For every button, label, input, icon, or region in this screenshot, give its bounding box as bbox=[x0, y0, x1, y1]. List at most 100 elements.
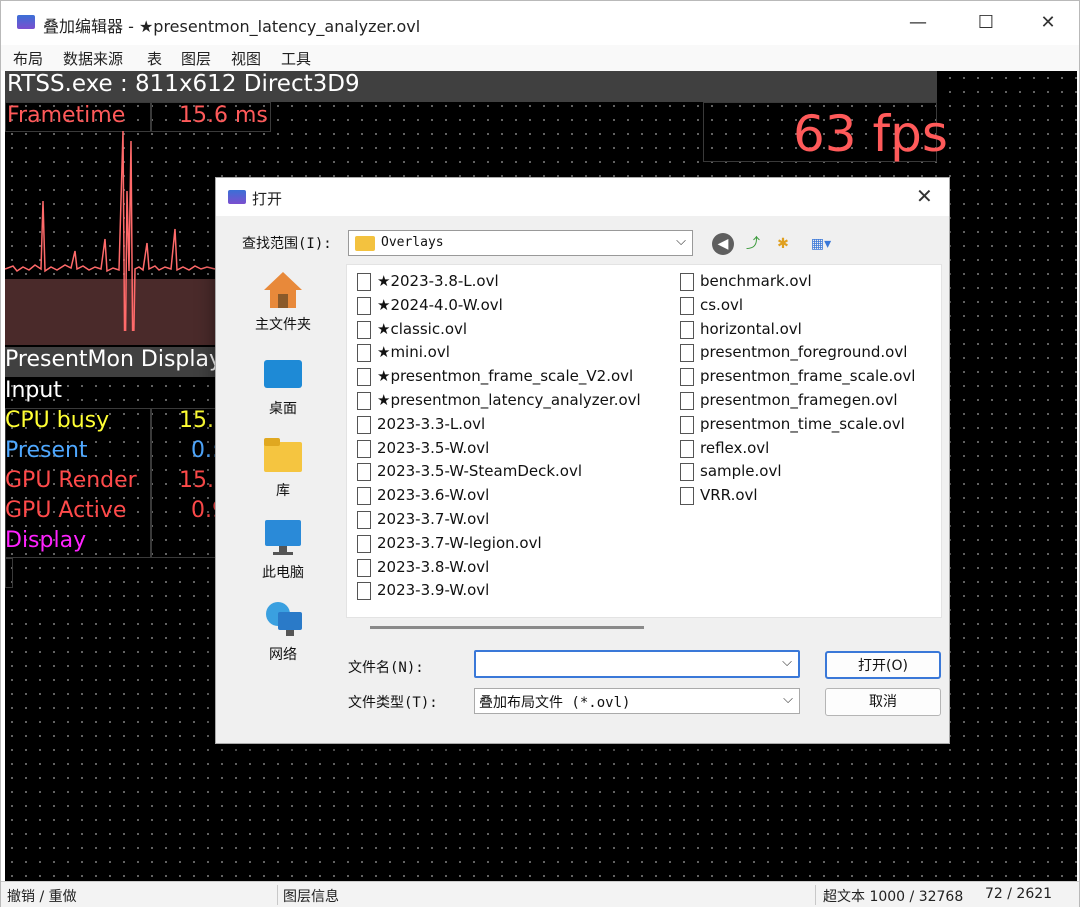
pm-row-present: Present bbox=[5, 438, 88, 463]
file-name: presentmon_frame_scale.ovl bbox=[700, 367, 916, 386]
filetype-value: 叠加布局文件 (*.ovl) bbox=[479, 695, 631, 711]
file-icon bbox=[357, 534, 371, 553]
new-folder-icon[interactable]: ✱ bbox=[772, 233, 794, 255]
desktop-icon bbox=[264, 360, 302, 388]
file-list[interactable]: ★2023-3.8-L.ovl ★2024-4.0-W.ovl ★classic.o… bbox=[346, 264, 942, 618]
file-icon bbox=[680, 439, 694, 458]
menu-view[interactable]: 视图 bbox=[231, 48, 261, 69]
pm-row-display: Display bbox=[5, 528, 87, 553]
open-button[interactable]: 打开(O) bbox=[825, 651, 941, 679]
lookin-value: Overlays bbox=[381, 235, 444, 250]
library-icon bbox=[264, 438, 302, 472]
place-desktop[interactable]: 桌面 bbox=[224, 348, 342, 428]
file-icon bbox=[357, 368, 371, 387]
file-icon bbox=[680, 463, 694, 482]
file-name: presentmon_time_scale.ovl bbox=[700, 414, 905, 433]
status-divider bbox=[277, 885, 278, 905]
file-name: 2023-3.5-W-SteamDeck.ovl bbox=[377, 462, 583, 481]
pm-row-gpu-render: GPU Render bbox=[5, 468, 137, 493]
file-icon bbox=[357, 320, 371, 339]
filetype-combobox[interactable]: 叠加布局文件 (*.ovl) ⌵ bbox=[474, 688, 800, 714]
computer-icon bbox=[265, 520, 301, 555]
file-name: 2023-3.3-L.ovl bbox=[377, 414, 486, 433]
menu-table[interactable]: 表 bbox=[147, 48, 162, 69]
place-label: 库 bbox=[276, 483, 290, 499]
file-icon bbox=[357, 392, 371, 410]
place-this-pc[interactable]: 此电脑 bbox=[224, 512, 342, 592]
close-button[interactable]: ✕ bbox=[1025, 9, 1071, 37]
place-network[interactable]: 网络 bbox=[224, 594, 342, 674]
file-name: 2023-3.9-W.ovl bbox=[377, 581, 490, 600]
frametime-label: Frametime bbox=[7, 103, 126, 128]
chevron-down-icon: ⌵ bbox=[676, 234, 686, 249]
maximize-button[interactable]: ☐ bbox=[963, 9, 1009, 37]
file-icon bbox=[357, 463, 371, 482]
file-icon bbox=[680, 368, 694, 387]
rtss-title: RTSS.exe : 811x612 Direct3D9 bbox=[7, 71, 360, 97]
menu-bar: 布局 数据来源 表 图层 视图 工具 bbox=[1, 45, 1079, 71]
file-name: 2023-3.7-W-legion.ovl bbox=[377, 533, 542, 552]
horizontal-scrollbar[interactable] bbox=[370, 626, 644, 629]
file-icon bbox=[680, 487, 694, 506]
file-icon bbox=[357, 558, 371, 577]
file-name: VRR.ovl bbox=[700, 486, 758, 505]
file-name: 2023-3.8-W.ovl bbox=[377, 557, 490, 576]
file-icon bbox=[357, 439, 371, 458]
file-name: 2023-3.6-W.ovl bbox=[377, 486, 490, 505]
place-label: 此电脑 bbox=[262, 565, 304, 581]
cancel-button[interactable]: 取消 bbox=[825, 688, 941, 716]
title-bar: 叠加编辑器 - ★presentmon_latency_analyzer.ovl… bbox=[1, 1, 1079, 45]
status-hypertext-count: 超文本 1000 / 32768 bbox=[823, 889, 964, 905]
menu-layout[interactable]: 布局 bbox=[13, 48, 43, 69]
minimize-button[interactable]: — bbox=[895, 9, 941, 37]
fps-value: 63 fps bbox=[793, 105, 948, 163]
dialog-title: 打开 bbox=[252, 190, 283, 208]
pm-row-cpu-busy: CPU busy bbox=[5, 408, 110, 433]
frametime-value: 15.6 ms bbox=[179, 103, 268, 128]
menu-data-sources[interactable]: 数据来源 bbox=[63, 48, 123, 69]
view-menu-icon[interactable]: ▦▾ bbox=[804, 233, 838, 255]
menu-tools[interactable]: 工具 bbox=[281, 48, 311, 69]
dialog-title-bar: 打开 ✕ bbox=[216, 178, 949, 216]
file-name: ★presentmon_latency_analyzer.ovl bbox=[377, 391, 641, 409]
folder-icon bbox=[355, 236, 375, 251]
filename-input[interactable]: ⌵ bbox=[474, 650, 800, 678]
file-icon bbox=[680, 320, 694, 339]
file-icon bbox=[357, 344, 371, 363]
file-icon bbox=[357, 273, 371, 291]
up-folder-icon[interactable]: ⤴ bbox=[742, 233, 764, 255]
dialog-app-icon bbox=[228, 190, 246, 204]
place-label: 桌面 bbox=[269, 401, 297, 417]
network-icon bbox=[266, 602, 302, 636]
place-home[interactable]: 主文件夹 bbox=[224, 264, 342, 344]
file-icon bbox=[680, 344, 694, 363]
back-icon[interactable]: ◀ bbox=[712, 233, 734, 255]
filename-label: 文件名(N): bbox=[348, 660, 424, 676]
menu-layers[interactable]: 图层 bbox=[181, 48, 211, 69]
status-divider bbox=[815, 885, 816, 905]
status-undo-redo: 撤销 / 重做 bbox=[7, 889, 77, 905]
pm-row-input: Input bbox=[5, 378, 62, 403]
file-name: 2023-3.5-W.ovl bbox=[377, 438, 490, 457]
chevron-down-icon[interactable]: ⌵ bbox=[782, 655, 792, 670]
file-icon bbox=[357, 511, 371, 529]
dialog-close-button[interactable]: ✕ bbox=[916, 184, 933, 208]
lookin-label: 查找范围(I): bbox=[242, 236, 332, 252]
app-icon bbox=[17, 15, 35, 29]
places-bar: 主文件夹 桌面 库 此电脑 网络 bbox=[224, 264, 342, 694]
place-library[interactable]: 库 bbox=[224, 430, 342, 510]
file-name: horizontal.ovl bbox=[700, 319, 802, 338]
file-icon bbox=[680, 415, 694, 434]
lookin-combobox[interactable]: Overlays ⌵ bbox=[348, 230, 693, 256]
status-bar: 撤销 / 重做 图层信息 超文本 1000 / 32768 72 / 2621 bbox=[1, 881, 1079, 907]
place-label: 主文件夹 bbox=[255, 317, 311, 333]
open-file-dialog: 打开 ✕ 查找范围(I): Overlays ⌵ ◀ ⤴ ✱ ▦▾ 主文件夹 桌… bbox=[215, 177, 950, 744]
file-name: benchmark.ovl bbox=[700, 272, 812, 290]
file-name: ★presentmon_frame_scale_V2.ovl bbox=[377, 367, 634, 386]
home-icon bbox=[264, 272, 302, 308]
file-name: 2023-3.7-W.ovl bbox=[377, 510, 490, 528]
pm-empty-cell bbox=[5, 558, 13, 588]
file-name: cs.ovl bbox=[700, 295, 744, 314]
file-icon bbox=[680, 273, 694, 291]
presentmon-title: PresentMon Display bbox=[5, 347, 223, 372]
